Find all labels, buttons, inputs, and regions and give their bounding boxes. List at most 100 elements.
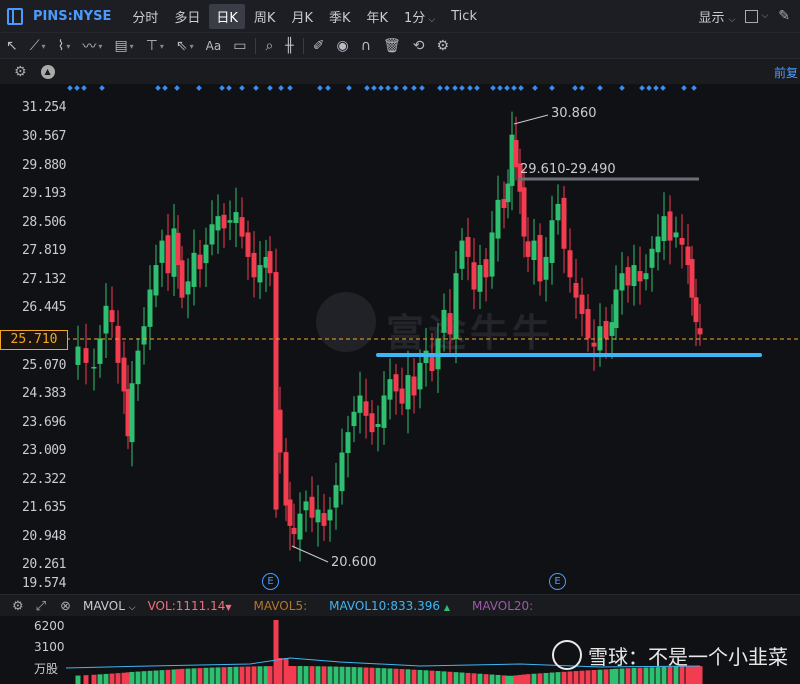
- candle-body: [185, 281, 191, 295]
- text-tool-icon[interactable]: Aa: [206, 39, 222, 53]
- trash-icon[interactable]: 🗑: [383, 38, 401, 54]
- candle-body: [297, 513, 303, 540]
- gear-icon[interactable]: ⚙: [12, 599, 24, 614]
- earnings-marker[interactable]: E: [549, 573, 566, 590]
- tab-timeframe[interactable]: 周K: [247, 4, 283, 29]
- candle-style-icon[interactable]: ╫: [285, 38, 293, 54]
- volume-bar: [345, 666, 351, 684]
- volume-bar: [333, 666, 339, 684]
- volume-bar: [417, 669, 423, 684]
- volume-bar: [579, 670, 585, 684]
- line-tool-icon[interactable]: ⟋ ▾: [30, 38, 46, 54]
- volume-indicator-bar: ⚙ ⤢ ⊗ MAVOL ⌵ VOL:1111.14▼ MAVOL5: MAVOL…: [0, 594, 800, 617]
- tab-timeframe[interactable]: 分时: [125, 4, 165, 29]
- settings-icon[interactable]: ⚙: [436, 38, 449, 54]
- tab-timeframe[interactable]: 年K: [360, 4, 396, 29]
- volume-bar: [585, 670, 591, 684]
- mavol10-value: MAVOL10:833.396 ▲: [329, 599, 450, 613]
- volume-chart[interactable]: 6200 3100 万股 雪球：不是一个小韭菜: [0, 616, 800, 684]
- arrow-tool-icon[interactable]: ⇖ ▾: [176, 38, 194, 54]
- event-marker: [81, 85, 87, 91]
- tab-timeframe[interactable]: 1分 ⌵: [397, 4, 442, 29]
- gear-icon[interactable]: ⚙: [14, 64, 27, 80]
- volume-bar: [165, 669, 171, 684]
- event-marker: [619, 85, 625, 91]
- high-leader-line: [513, 114, 549, 125]
- layout-icon[interactable]: [7, 7, 23, 25]
- volume-bar: [75, 675, 81, 684]
- wave-tool-icon[interactable]: 〰 ▾: [82, 36, 102, 56]
- event-marker: [174, 85, 180, 91]
- candle-body: [175, 232, 181, 266]
- measure-tool-icon[interactable]: ⊤ ▾: [146, 38, 164, 54]
- event-marker: [653, 85, 659, 91]
- candle-body: [561, 197, 567, 249]
- candle-body: [197, 254, 203, 270]
- candle-body: [417, 362, 423, 390]
- adjust-mode[interactable]: 前复: [774, 64, 798, 81]
- price-tick-label: 30.567: [22, 129, 66, 144]
- price-tick-label: 21.635: [22, 500, 66, 515]
- candle-body: [465, 236, 471, 257]
- volume-bar: [129, 671, 135, 684]
- candle-body: [345, 432, 351, 454]
- event-marker: [691, 85, 697, 91]
- pencil-icon[interactable]: ✎: [778, 8, 790, 24]
- volume-bar: [257, 666, 263, 684]
- draw-color-button[interactable]: ⌵: [745, 9, 768, 23]
- candle-body: [555, 203, 561, 221]
- candle-body: [363, 401, 369, 416]
- candle-body: [477, 265, 483, 292]
- candle-body: [441, 309, 447, 333]
- candle-body: [429, 356, 435, 372]
- volume-axis-label: 6200: [34, 619, 65, 633]
- search-icon[interactable]: ⌕: [265, 38, 273, 54]
- volume-bar: [153, 670, 159, 684]
- candle-body: [129, 383, 135, 443]
- current-price-label: 25.710: [0, 330, 68, 350]
- mavol5-value: MAVOL5:: [253, 599, 308, 613]
- comment-tool-icon[interactable]: ▭: [233, 38, 246, 54]
- tab-timeframe[interactable]: Tick: [444, 6, 484, 27]
- volume-bar: [215, 667, 221, 684]
- chart-canvas: [66, 85, 800, 563]
- volume-bar: [203, 667, 209, 684]
- tab-timeframe[interactable]: 日K: [209, 3, 245, 29]
- volume-bar: [159, 670, 165, 684]
- cursor-icon[interactable]: ↖: [6, 38, 18, 54]
- candle-body: [283, 452, 289, 506]
- expand-icon[interactable]: ⤢: [36, 599, 46, 614]
- sync-icon[interactable]: ⟲: [413, 38, 425, 54]
- event-marker: [497, 85, 503, 91]
- earnings-marker[interactable]: E: [262, 573, 279, 590]
- collapse-icon[interactable]: ▲: [40, 65, 55, 79]
- indicator-select[interactable]: MAVOL ⌵: [83, 599, 136, 613]
- event-marker: [572, 85, 578, 91]
- polyline-tool-icon[interactable]: ⌇ ▾: [58, 38, 71, 54]
- low-leader-line: [291, 545, 329, 563]
- candlestick-chart[interactable]: 富途牛牛 31.254 30.567 29.880 29.193 28.506 27.81…: [0, 84, 800, 594]
- tab-timeframe[interactable]: 月K: [284, 4, 320, 29]
- symbol-label[interactable]: PINS:NYSE: [33, 9, 111, 24]
- magnet-icon[interactable]: ∩: [361, 38, 371, 54]
- volume-bar: [239, 666, 245, 684]
- price-tick-label: 24.383: [22, 386, 66, 401]
- candle-body: [91, 366, 97, 369]
- volume-bar: [245, 666, 251, 684]
- volume-bar: [363, 667, 369, 684]
- fib-tool-icon[interactable]: ▤ ▾: [114, 38, 133, 54]
- display-menu[interactable]: 显示 ⌵: [698, 7, 735, 26]
- event-marker: [99, 85, 105, 91]
- tab-timeframe[interactable]: 季K: [322, 4, 358, 29]
- event-marker: [660, 85, 666, 91]
- tab-timeframe[interactable]: 多日: [167, 4, 207, 29]
- volume-bar: [603, 669, 609, 684]
- eye-icon[interactable]: ◉: [336, 38, 348, 54]
- candle-body: [83, 348, 89, 363]
- close-icon[interactable]: ⊗: [60, 599, 71, 614]
- volume-bar: [441, 671, 447, 684]
- eraser-icon[interactable]: ✐: [313, 38, 325, 54]
- event-marker: [411, 85, 417, 91]
- candle-body: [191, 252, 197, 287]
- volume-bar: [97, 674, 103, 684]
